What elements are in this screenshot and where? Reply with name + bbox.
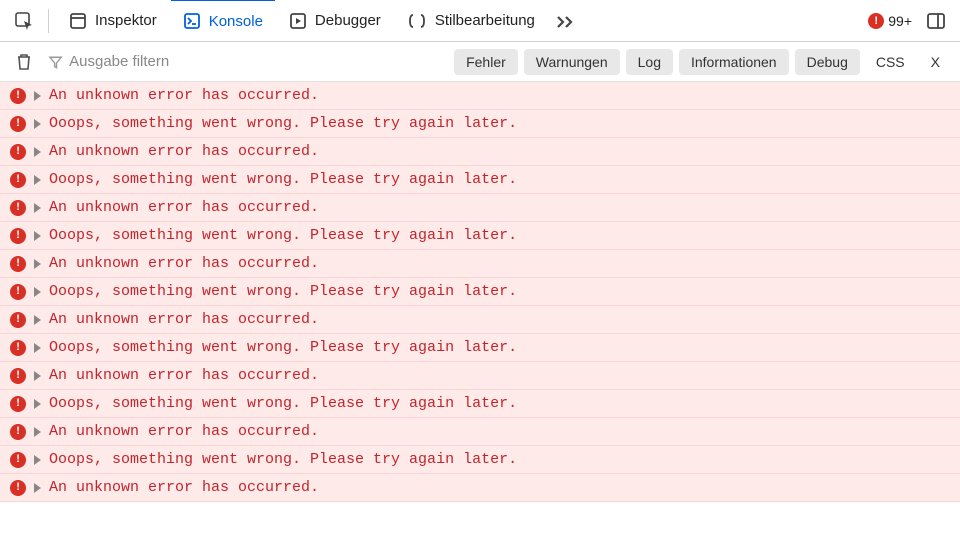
chevron-right-icon[interactable]: [34, 287, 41, 297]
error-icon: !: [10, 200, 26, 216]
console-error-row[interactable]: ! An unknown error has occurred.: [0, 474, 960, 502]
console-error-row[interactable]: ! An unknown error has occurred.: [0, 418, 960, 446]
tab-label: Inspektor: [95, 12, 157, 29]
chevron-right-icon[interactable]: [34, 91, 41, 101]
console-filterbar: Fehler Warnungen Log Informationen Debug…: [0, 42, 960, 82]
chevron-right-icon[interactable]: [34, 343, 41, 353]
error-icon: !: [10, 424, 26, 440]
tab-styleeditor[interactable]: Stilbearbeitung: [395, 0, 547, 42]
filter-info[interactable]: Informationen: [679, 49, 789, 75]
filter-warnings[interactable]: Warnungen: [524, 49, 620, 75]
tab-label: Konsole: [209, 13, 263, 30]
chevron-right-icon[interactable]: [34, 259, 41, 269]
error-icon: !: [10, 340, 26, 356]
filter-errors[interactable]: Fehler: [454, 49, 518, 75]
tab-label: Stilbearbeitung: [435, 12, 535, 29]
divider: [48, 9, 49, 33]
chevron-right-icon[interactable]: [34, 147, 41, 157]
console-error-row[interactable]: ! Ooops, something went wrong. Please try…: [0, 278, 960, 306]
log-message: An unknown error has occurred.: [49, 367, 319, 384]
error-icon: !: [10, 228, 26, 244]
dock-button[interactable]: [920, 5, 952, 37]
tab-inspector[interactable]: Inspektor: [57, 0, 169, 42]
chevron-right-icon[interactable]: [34, 175, 41, 185]
error-icon: !: [868, 13, 884, 29]
chevron-right-icon[interactable]: [34, 371, 41, 381]
console-error-row[interactable]: ! Ooops, something went wrong. Please try…: [0, 390, 960, 418]
clear-console-button[interactable]: [10, 48, 38, 76]
error-icon: !: [10, 396, 26, 412]
console-error-row[interactable]: ! Ooops, something went wrong. Please try…: [0, 110, 960, 138]
log-message: Ooops, something went wrong. Please try …: [49, 115, 517, 132]
error-icon: !: [10, 116, 26, 132]
console-error-row[interactable]: ! An unknown error has occurred.: [0, 194, 960, 222]
log-message: Ooops, something went wrong. Please try …: [49, 395, 517, 412]
log-message: An unknown error has occurred.: [49, 143, 319, 160]
chevron-right-icon[interactable]: [34, 203, 41, 213]
console-error-row[interactable]: ! Ooops, something went wrong. Please try…: [0, 446, 960, 474]
console-error-row[interactable]: ! An unknown error has occurred.: [0, 250, 960, 278]
filter-icon: [48, 54, 63, 70]
error-icon: !: [10, 144, 26, 160]
select-element-button[interactable]: [8, 5, 40, 37]
chevron-right-icon[interactable]: [34, 119, 41, 129]
error-icon: !: [10, 172, 26, 188]
filter-xhr[interactable]: X: [921, 49, 950, 75]
tab-label: Debugger: [315, 12, 381, 29]
tab-debugger[interactable]: Debugger: [277, 0, 393, 42]
error-icon: !: [10, 88, 26, 104]
console-error-row[interactable]: ! An unknown error has occurred.: [0, 306, 960, 334]
filter-input-wrap: [48, 53, 444, 70]
filter-debug[interactable]: Debug: [795, 49, 860, 75]
chevron-right-icon[interactable]: [34, 315, 41, 325]
log-message: An unknown error has occurred.: [49, 199, 319, 216]
filter-pills: Fehler Warnungen Log Informationen Debug…: [454, 49, 950, 75]
chevron-right-icon[interactable]: [34, 427, 41, 437]
log-message: An unknown error has occurred.: [49, 479, 319, 496]
devtools-topbar: Inspektor Konsole Debugger Stilbearbeitu…: [0, 0, 960, 42]
log-message: Ooops, something went wrong. Please try …: [49, 227, 517, 244]
log-message: Ooops, something went wrong. Please try …: [49, 283, 517, 300]
log-message: Ooops, something went wrong. Please try …: [49, 451, 517, 468]
console-output: ! An unknown error has occurred.! Ooops, s…: [0, 82, 960, 560]
log-message: An unknown error has occurred.: [49, 255, 319, 272]
console-error-row[interactable]: ! An unknown error has occurred.: [0, 82, 960, 110]
more-tabs-button[interactable]: [549, 5, 581, 37]
filter-input[interactable]: [69, 53, 444, 70]
tab-console[interactable]: Konsole: [171, 0, 275, 41]
chevron-right-icon[interactable]: [34, 455, 41, 465]
chevron-right-icon[interactable]: [34, 483, 41, 493]
error-count-badge[interactable]: ! 99+: [868, 13, 912, 29]
log-message: An unknown error has occurred.: [49, 87, 319, 104]
chevron-right-icon[interactable]: [34, 231, 41, 241]
log-message: Ooops, something went wrong. Please try …: [49, 171, 517, 188]
error-count: 99+: [888, 13, 912, 29]
error-icon: !: [10, 284, 26, 300]
chevron-right-icon[interactable]: [34, 399, 41, 409]
console-error-row[interactable]: ! An unknown error has occurred.: [0, 362, 960, 390]
console-error-row[interactable]: ! Ooops, something went wrong. Please try…: [0, 334, 960, 362]
filter-log[interactable]: Log: [626, 49, 673, 75]
error-icon: !: [10, 452, 26, 468]
error-icon: !: [10, 312, 26, 328]
error-icon: !: [10, 368, 26, 384]
error-icon: !: [10, 480, 26, 496]
log-message: Ooops, something went wrong. Please try …: [49, 339, 517, 356]
log-message: An unknown error has occurred.: [49, 423, 319, 440]
console-error-row[interactable]: ! Ooops, something went wrong. Please try…: [0, 166, 960, 194]
filter-css[interactable]: CSS: [866, 49, 915, 75]
log-message: An unknown error has occurred.: [49, 311, 319, 328]
error-icon: !: [10, 256, 26, 272]
console-error-row[interactable]: ! An unknown error has occurred.: [0, 138, 960, 166]
console-error-row[interactable]: ! Ooops, something went wrong. Please try…: [0, 222, 960, 250]
